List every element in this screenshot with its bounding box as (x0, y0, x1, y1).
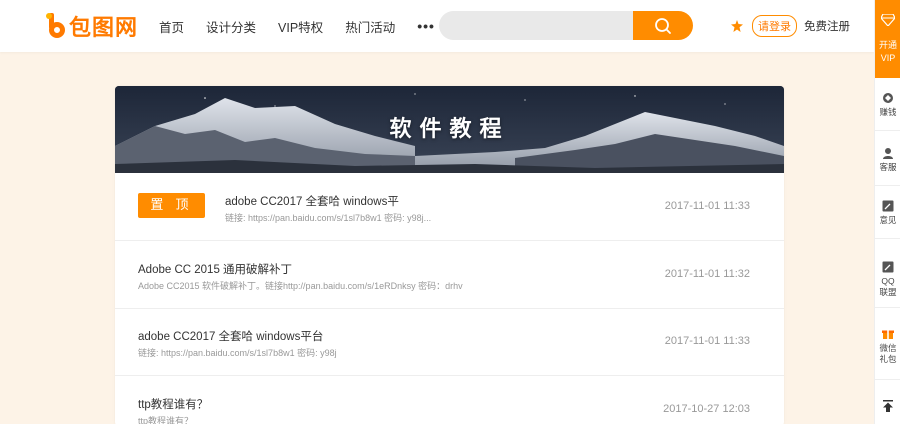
right-toolbar: 开通 VIP 赚钱 客服 意见 QQ 联盟 微信 礼包 (874, 0, 900, 424)
article-row[interactable]: adobe CC2017 全套哈 windows平台 链接: https://p… (115, 308, 784, 376)
article-date: 2017-11-01 11:33 (664, 200, 750, 212)
article-date: 2017-10-27 12:03 (663, 403, 750, 415)
logo-text: 包图网 (69, 16, 139, 41)
article-summary: ttp教程谁有？ (138, 416, 194, 424)
category-banner: 软件教程 (115, 86, 784, 173)
sidebar-item-feedback[interactable]: 意见 (875, 194, 900, 239)
crown-icon (730, 19, 744, 33)
qq-alliance-icon (882, 261, 894, 273)
diamond-icon (880, 13, 896, 27)
banner-title: 软件教程 (389, 117, 510, 142)
search-input[interactable] (439, 11, 635, 40)
article-title[interactable]: adobe CC2017 全套哈 windows平 (225, 193, 399, 209)
article-title[interactable]: Adobe CC 2015 通用破解补丁 (138, 261, 292, 277)
nav-item-vip[interactable]: VIP特权 (278, 17, 323, 36)
nav-more-button[interactable]: ••• (417, 18, 435, 34)
article-row[interactable]: Adobe CC 2015 通用破解补丁 Adobe CC2015 软件破解补丁… (115, 241, 784, 309)
site-logo[interactable]: 包图网 (46, 12, 139, 41)
tutorial-list-card: 软件教程 置 顶 adobe CC2017 全套哈 windows平 链接: h… (115, 86, 784, 424)
main-nav: 首页 设计分类 VIP特权 热门活动 ••• (159, 0, 457, 52)
article-title[interactable]: adobe CC2017 全套哈 windows平台 (138, 328, 323, 344)
nav-item-design-categories[interactable]: 设计分类 (206, 17, 256, 36)
sidebar-item-label: 意见 (879, 215, 897, 225)
article-summary: 链接: https://pan.baidu.com/s/1sl7b8w1 密码:… (138, 348, 337, 358)
search-icon (655, 17, 671, 34)
user-area: 请登录 免费注册 (730, 0, 850, 52)
article-row[interactable]: 置 顶 adobe CC2017 全套哈 windows平 链接: https:… (115, 173, 784, 241)
register-link[interactable]: 免费注册 (804, 18, 850, 34)
article-row[interactable]: ttp教程谁有？ ttp教程谁有？ 2017-10-27 12:03 (115, 376, 784, 424)
sidebar-item-label: 赚钱 (879, 107, 897, 117)
pinned-badge: 置 顶 (138, 193, 205, 218)
top-header: 包图网 首页 设计分类 VIP特权 热门活动 ••• 请登录 免费注册 (0, 0, 874, 52)
feedback-icon (882, 200, 894, 212)
article-summary: Adobe CC2015 软件破解补丁。链接http://pan.baidu.c… (138, 281, 463, 291)
gift-icon (882, 330, 894, 339)
sidebar-item-label: 礼包 (879, 354, 897, 364)
sidebar-item-label: 客服 (879, 162, 897, 172)
article-summary: 链接: https://pan.baidu.com/s/1sl7b8w1 密码:… (225, 213, 432, 223)
sidebar-item-label: 联盟 (879, 287, 897, 297)
nav-item-hot-events[interactable]: 热门活动 (345, 17, 395, 36)
back-to-top-icon (883, 400, 893, 412)
login-button[interactable]: 请登录 (752, 15, 797, 37)
article-date: 2017-11-01 11:33 (664, 335, 750, 347)
article-title[interactable]: ttp教程谁有？ (138, 396, 208, 412)
search-button[interactable] (633, 11, 693, 40)
vip-label-line2: VIP (880, 53, 896, 63)
search-bar (439, 11, 693, 40)
sidebar-item-customer-service[interactable]: 客服 (875, 141, 900, 186)
ranking-icon (883, 93, 893, 103)
logo-icon (46, 13, 66, 39)
sidebar-item-label: 微信 (879, 343, 897, 353)
article-date: 2017-11-01 11:32 (664, 268, 750, 280)
sidebar-item-label: QQ (881, 276, 895, 286)
nav-item-home[interactable]: 首页 (159, 17, 184, 36)
sidebar-item-wechat-gift[interactable]: 微信 礼包 (875, 320, 900, 380)
sidebar-item-qq-alliance[interactable]: QQ 联盟 (875, 253, 900, 308)
open-vip-button[interactable]: 开通 VIP (875, 0, 900, 78)
vip-label-line1: 开通 (878, 40, 897, 50)
sidebar-item-earn[interactable]: 赚钱 (875, 86, 900, 131)
back-to-top-button[interactable] (875, 392, 900, 424)
customer-service-icon (883, 148, 893, 159)
